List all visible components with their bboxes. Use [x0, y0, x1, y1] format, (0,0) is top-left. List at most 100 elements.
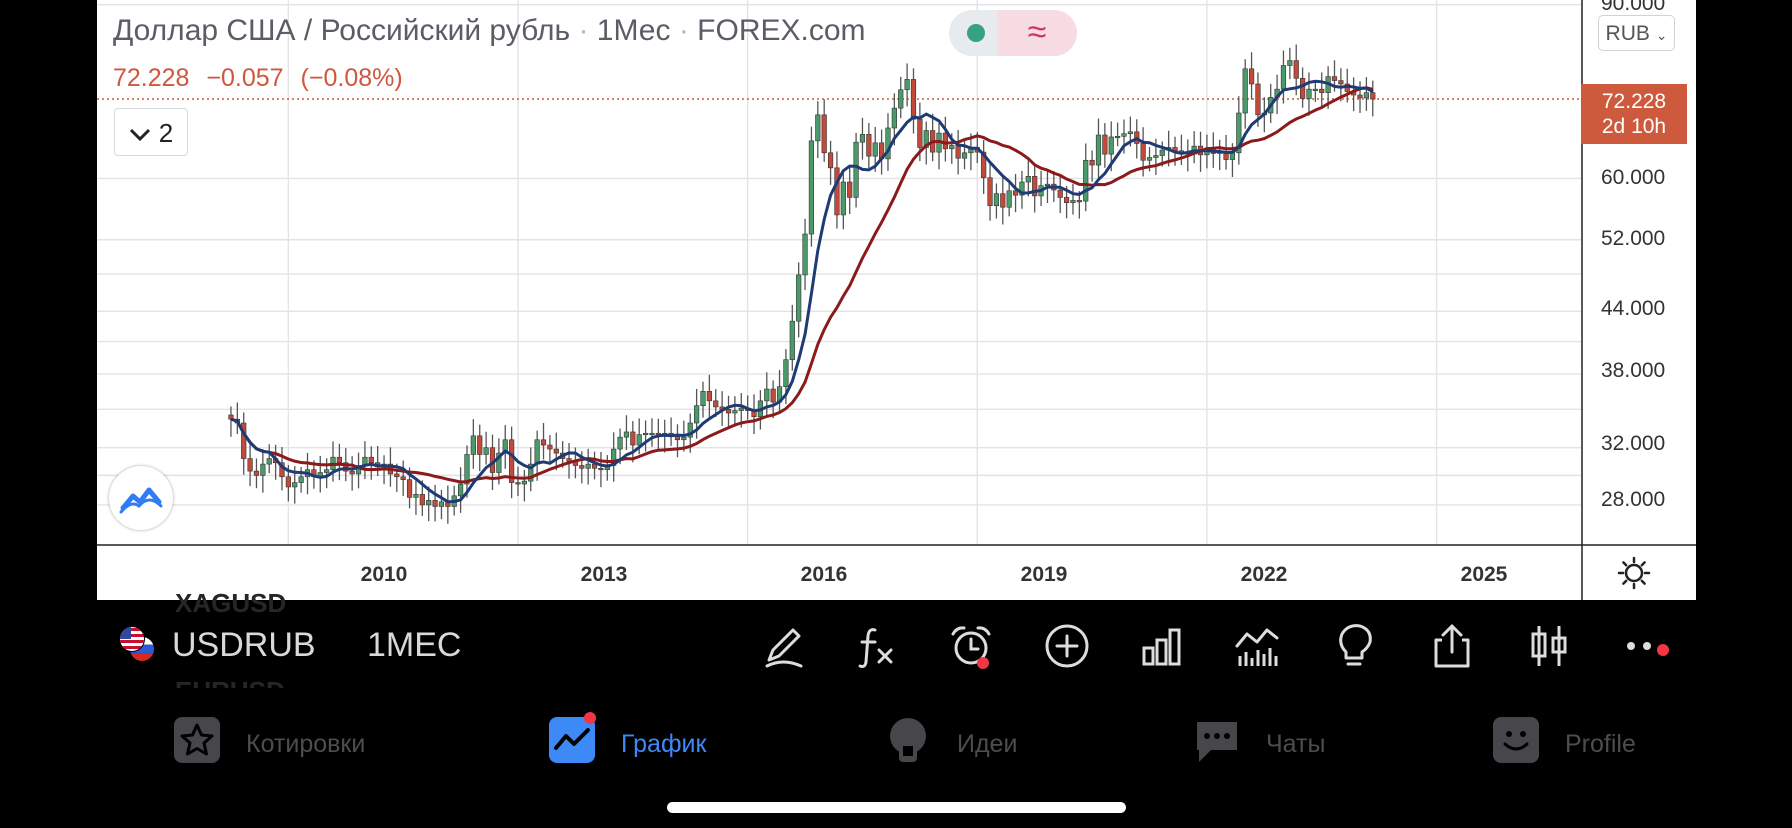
candle-down [942, 132, 948, 150]
y-tick-label: 52.000 [1601, 227, 1666, 250]
pen-icon[interactable] [759, 622, 807, 670]
bulb-icon[interactable] [1330, 622, 1378, 670]
candle-up [789, 320, 795, 360]
candle-down [1076, 200, 1082, 203]
candle-up [783, 359, 789, 387]
candle-down [1248, 68, 1255, 85]
ma-fast-line [230, 79, 1374, 504]
candle-up [1127, 131, 1133, 135]
y-tick-label: 38.000 [1601, 359, 1666, 382]
bulb-icon [890, 718, 926, 762]
x-tick-label: 2010 [360, 563, 408, 586]
bar-countdown: 2d 10h [1601, 115, 1667, 138]
candle-down [1370, 92, 1376, 100]
candle-up [764, 388, 770, 402]
candle-down [706, 391, 712, 402]
candle-up [617, 436, 623, 450]
tradingview-logo-button[interactable] [109, 466, 173, 530]
candle-up [949, 145, 955, 150]
candle-down [713, 400, 719, 408]
indicators-toggle-button[interactable]: 2 [114, 108, 188, 156]
candle-up [993, 193, 1000, 207]
tab-label: Идеи [957, 730, 1018, 758]
price-change: −0.057 [206, 64, 284, 92]
candle-down [598, 467, 604, 471]
candle-up [694, 405, 700, 424]
candle-up [1146, 157, 1153, 161]
data-source: FOREX.com [697, 14, 866, 47]
more-icon[interactable] [1623, 622, 1671, 670]
bar-chart-icon[interactable] [1138, 622, 1186, 670]
smiley-icon [1493, 717, 1539, 763]
chart-title: Доллар США / Российский рубль · 1Мес · F… [113, 14, 866, 48]
candle-up [260, 463, 266, 476]
candle-up [483, 447, 489, 455]
candle-up [1312, 88, 1318, 91]
candle-up [891, 107, 897, 129]
candle-down [630, 431, 636, 446]
candles-icon[interactable] [1525, 622, 1573, 670]
chart-area[interactable]: Доллар США / Российский рубль · 1Мес · F… [97, 0, 1696, 600]
chevron-down-icon: ⌄ [1655, 27, 1668, 43]
market-status-pill[interactable]: ≈ [949, 10, 1077, 56]
chart-tab-icon [549, 712, 596, 763]
alarm-icon[interactable] [947, 622, 995, 670]
y-tick-label: 60.000 [1601, 166, 1666, 189]
candle-up [853, 141, 859, 198]
candle-down [247, 458, 253, 472]
indicators-icon[interactable] [1233, 622, 1281, 670]
candle-up [1083, 159, 1089, 202]
candle-up [1121, 133, 1127, 137]
candle-down [419, 494, 425, 506]
y-tick-label: 44.000 [1601, 297, 1666, 320]
candle-up [904, 79, 910, 91]
candle-up [859, 134, 866, 143]
tradingview-logo-icon [119, 487, 163, 514]
candle-up [840, 181, 846, 216]
candle-down [827, 152, 834, 169]
candle-up [292, 482, 298, 488]
currency-select[interactable]: RUB ⌄ [1598, 15, 1675, 51]
candle-down [987, 177, 993, 207]
candle-down [400, 476, 406, 480]
candle-down [1140, 143, 1146, 161]
share-icon[interactable] [1428, 622, 1476, 670]
candle-up [649, 432, 655, 436]
candle-down [1102, 134, 1108, 155]
instrument-name: Доллар США / Российский рубль [113, 14, 571, 47]
candle-up [802, 233, 808, 276]
candle-up [1044, 183, 1051, 186]
home-indicator[interactable] [667, 802, 1126, 813]
candle-down [1300, 77, 1306, 99]
tab-label: Чаты [1266, 730, 1326, 758]
chart-settings-icon[interactable] [1617, 556, 1651, 590]
candle-down [1331, 76, 1338, 81]
candle-down [847, 181, 853, 198]
chart-toolbar: XAGUSD EURUSD USDRUB 1МЕС [97, 588, 1696, 706]
plus-circle-icon[interactable] [1043, 622, 1091, 670]
candle-down [253, 470, 260, 476]
price-change-percent: (−0.08%) [300, 64, 403, 92]
candle-down [866, 134, 872, 157]
star-icon [174, 717, 220, 763]
candle-down [1338, 80, 1344, 85]
candle-down [1293, 60, 1299, 79]
candle-up [681, 436, 687, 441]
candle-up [470, 435, 476, 455]
chat-bubble-icon [1197, 722, 1237, 762]
fx-icon[interactable] [853, 622, 901, 670]
candle-up [266, 458, 272, 465]
symbol-button[interactable]: USDRUB [172, 626, 316, 665]
us-ru-flag-icon [119, 626, 154, 661]
interval-button[interactable]: 1МЕС [367, 626, 461, 665]
candle-down [336, 456, 342, 464]
tab-label: График [621, 730, 707, 758]
candle-down [1357, 94, 1363, 99]
candle-up [623, 431, 630, 438]
candle-down [1057, 189, 1063, 198]
candle-down [553, 448, 559, 454]
candle-up [1095, 134, 1102, 166]
candle-down [285, 476, 291, 488]
title-separator: · [678, 14, 689, 47]
delayed-data-icon: ≈ [997, 10, 1077, 56]
